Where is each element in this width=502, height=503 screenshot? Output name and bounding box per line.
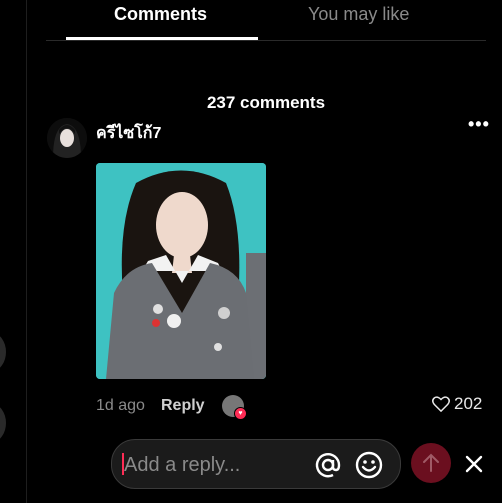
tab-bar: Comments You may like [46, 0, 486, 41]
like-count: 202 [454, 394, 483, 413]
reply-input[interactable] [122, 440, 316, 490]
rail-button[interactable] [0, 333, 6, 371]
active-tab-indicator [66, 37, 258, 40]
emoji-icon[interactable] [354, 450, 384, 480]
heart-badge-icon: ♥ [234, 407, 247, 420]
comment-username[interactable]: ครีไซโก้7 [96, 121, 161, 146]
photo-image [96, 163, 266, 379]
comment-time: 1d ago [96, 397, 145, 414]
heart-icon [432, 396, 450, 412]
arrow-up-icon [423, 453, 439, 472]
avatar[interactable] [47, 118, 87, 158]
like-button[interactable]: 202 [432, 394, 482, 414]
rail-button[interactable] [0, 404, 6, 442]
send-button[interactable] [411, 443, 451, 483]
close-icon[interactable] [463, 453, 485, 475]
left-rail [0, 0, 27, 503]
reply-box [111, 439, 401, 490]
reply-button[interactable]: Reply [161, 397, 205, 415]
tab-comments[interactable]: Comments [114, 4, 207, 25]
comments-count: 237 comments [206, 93, 326, 112]
avatar-image [47, 118, 87, 158]
mention-icon[interactable] [314, 451, 342, 479]
more-options-icon[interactable]: ••• [468, 114, 490, 135]
tab-you-may-like[interactable]: You may like [308, 4, 409, 25]
creator-liked-avatar: ♥ [222, 395, 247, 420]
comment-photo[interactable] [96, 163, 266, 379]
